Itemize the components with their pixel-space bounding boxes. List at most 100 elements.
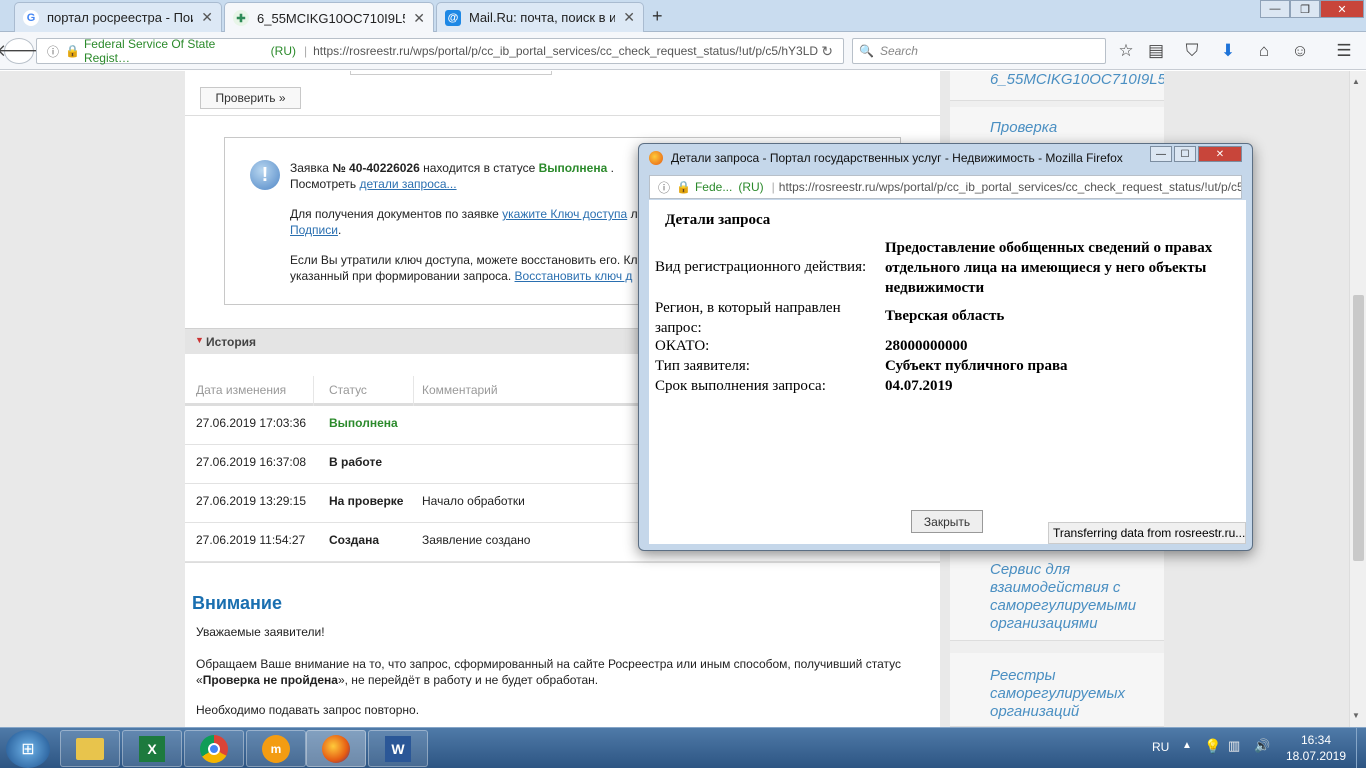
close-window-button[interactable]: ✕ [1320, 0, 1364, 18]
row-date: 27.06.2019 16:37:08 [196, 455, 307, 469]
info-icon: ! [250, 160, 280, 190]
details-link[interactable]: детали запроса... [360, 177, 457, 191]
home-icon[interactable]: ⌂ [1250, 38, 1278, 64]
row-status: На проверке [329, 494, 404, 508]
excel-icon[interactable]: X [122, 730, 182, 767]
firefox-icon[interactable] [306, 730, 366, 767]
field-label: Регион, в который направлен запрос: [655, 300, 841, 336]
signature-link[interactable]: Подписи [290, 223, 338, 237]
access-key-link[interactable]: укажите Ключ доступа [502, 207, 627, 221]
tab-close-icon[interactable]: ✕ [623, 9, 635, 26]
tab-google-search[interactable]: G портал росреестра - Пои… ✕ [14, 2, 222, 32]
scrollbar[interactable]: ▲ ▼ [1349, 71, 1366, 727]
sidebar-item-sro-service[interactable]: Сервис для взаимодействия с саморегулиру… [950, 549, 1164, 641]
field-value: Субъект публичного права [885, 358, 1068, 374]
reload-icon[interactable]: ↻ [821, 43, 833, 60]
input-remnant [350, 71, 552, 75]
restore-key-link[interactable]: Восстановить ключ д [515, 269, 633, 283]
attention-title: Внимание [192, 593, 282, 613]
tab-rosreestr[interactable]: ✚ 6_55MCIKG10OC710I9L5U… ✕ [224, 2, 434, 33]
clock-time: 16:34 [1300, 733, 1332, 747]
row-comment: Начало обработки [422, 494, 525, 508]
popup-maximize-button[interactable]: ☐ [1174, 146, 1196, 162]
field-value: 04.07.2019 [885, 378, 953, 394]
restore-button[interactable]: ❐ [1290, 0, 1320, 18]
lock-icon: 🔒 [676, 180, 691, 194]
bookmark-star-icon[interactable]: ☆ [1112, 38, 1140, 64]
firefox-icon [649, 151, 663, 165]
word-icon[interactable]: W [368, 730, 428, 767]
sidebar-top-text[interactable]: 6_55MCIKG10OC710I9L5UAS81000 [950, 71, 1164, 101]
pocket-icon[interactable]: ⛉ [1178, 38, 1206, 64]
explorer-icon[interactable] [60, 730, 120, 767]
volume-icon[interactable]: 🔊 [1254, 738, 1270, 754]
popup-title: Детали запроса - Портал государственных … [671, 151, 1123, 165]
tab-label: Mail.Ru: почта, поиск в ин… [469, 10, 615, 25]
popup-heading: Детали запроса [665, 212, 771, 228]
attention-repeat: Необходимо подавать запрос повторно. [196, 703, 420, 717]
google-icon: G [23, 9, 39, 26]
row-comment: Заявление создано [422, 533, 531, 547]
url-text[interactable]: https://rosreestr.ru/wps/portal/p/cc_ib_… [313, 44, 843, 58]
site-country: (RU) [270, 44, 296, 58]
lock-icon: 🔒 [65, 44, 80, 58]
field-value: Предоставление обобщенных сведений о пра… [885, 240, 1213, 296]
rosreestr-icon: ✚ [233, 10, 249, 26]
download-icon[interactable]: ⬇ [1214, 38, 1242, 64]
tab-mailru[interactable]: @ Mail.Ru: почта, поиск в ин… ✕ [436, 2, 644, 32]
lightbulb-icon[interactable]: 💡 [1204, 738, 1221, 755]
site-identity[interactable]: Federal Service Of State Regist… [84, 37, 265, 65]
show-desktop-button[interactable] [1356, 728, 1366, 768]
scrollbar-thumb[interactable] [1353, 295, 1364, 561]
close-button[interactable]: Закрыть [911, 510, 983, 533]
network-icon[interactable]: ▥ [1228, 738, 1240, 754]
popup-site-country: (RU) [738, 180, 764, 194]
back-button[interactable]: 🡐 [0, 38, 42, 64]
field-label: ОКАТО: [655, 338, 710, 354]
field-label: Срок выполнения запроса: [655, 378, 826, 394]
new-tab-button[interactable]: + [652, 6, 663, 27]
url-bar[interactable]: ⓘ 🔒 Federal Service Of State Regist… (RU… [36, 37, 844, 65]
check-button[interactable]: Проверить » [200, 87, 301, 109]
popup-url-text[interactable]: https://rosreestr.ru/wps/portal/p/cc_ib_… [779, 180, 1241, 194]
field-value: 28000000000 [885, 338, 968, 354]
row-date: 27.06.2019 17:03:36 [196, 416, 307, 430]
account-icon[interactable]: ☺ [1286, 38, 1314, 64]
tab-strip: G портал росреестра - Пои… ✕ ✚ 6_55MCIKG… [0, 0, 1366, 33]
language-indicator[interactable]: RU [1152, 740, 1169, 754]
info-icon[interactable]: ⓘ [658, 179, 670, 196]
app-icon[interactable]: m [246, 730, 306, 767]
chrome-icon[interactable] [184, 730, 244, 767]
tab-label: 6_55MCIKG10OC710I9L5U… [257, 10, 405, 26]
attention-greeting: Уважаемые заявители! [196, 625, 325, 639]
start-button[interactable]: ⊞ [6, 730, 50, 768]
tab-close-icon[interactable]: ✕ [201, 9, 213, 26]
attention-notice: Обращаем Ваше внимание на то, что запрос… [196, 657, 901, 687]
column-comment: Комментарий [422, 383, 498, 397]
popup-titlebar[interactable]: Детали запроса - Портал государственных … [649, 151, 1123, 165]
info-icon[interactable]: ⓘ [47, 43, 59, 60]
clock[interactable]: 16:34 18.07.2019 [1280, 732, 1352, 764]
sidebar-item-check[interactable]: Проверка [950, 107, 1164, 147]
field-label: Вид регистрационного действия: [655, 259, 867, 275]
mailru-icon: @ [445, 9, 461, 26]
tab-label: портал росреестра - Пои… [47, 10, 193, 25]
minimize-button[interactable]: — [1260, 0, 1290, 18]
popup-close-button[interactable]: ✕ [1198, 146, 1242, 162]
tab-close-icon[interactable]: ✕ [413, 10, 425, 27]
search-input[interactable]: 🔍 Search [852, 38, 1106, 64]
column-status: Статус [329, 383, 367, 397]
request-status: Выполнена [538, 161, 608, 175]
sidebar-item-sro-registries[interactable]: Реестры саморегулируемых организаций [950, 653, 1164, 727]
search-placeholder: Search [879, 44, 918, 58]
request-details-popup: Детали запроса - Портал государственных … [638, 143, 1253, 551]
reader-list-icon[interactable]: ▤ [1142, 38, 1170, 64]
column-date: Дата изменения [196, 383, 287, 397]
row-date: 27.06.2019 11:54:27 [196, 533, 306, 547]
taskbar: ⊞ X m W RU ▲ 💡 ▥ 🔊 16:34 18.07.2019 [0, 727, 1366, 768]
tray-expand-icon[interactable]: ▲ [1182, 740, 1192, 751]
navigation-bar: 🡐 ⓘ 🔒 Federal Service Of State Regist… (… [0, 32, 1366, 70]
popup-minimize-button[interactable]: — [1150, 146, 1172, 162]
menu-icon[interactable]: ☰ [1330, 38, 1358, 64]
popup-url-bar[interactable]: ⓘ 🔒 Fede... (RU) | https://rosreestr.ru/… [649, 175, 1242, 199]
